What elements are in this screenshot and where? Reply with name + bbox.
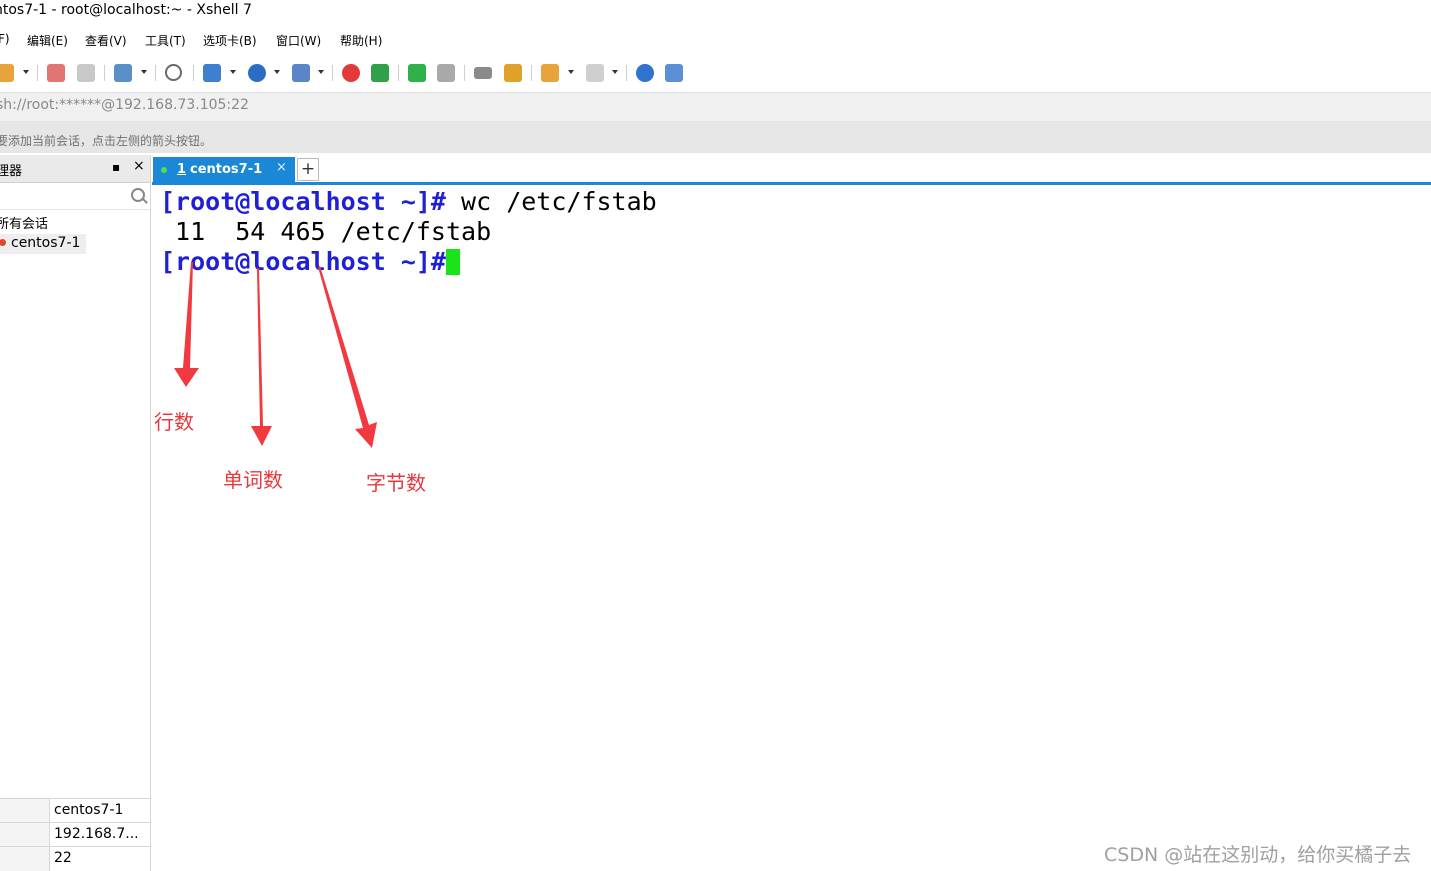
new-window-icon[interactable] bbox=[114, 64, 132, 82]
chevron-down-icon[interactable] bbox=[274, 70, 280, 74]
menu-view[interactable]: 查看(V) bbox=[85, 32, 127, 49]
annotation-line-count: 行数 bbox=[154, 410, 194, 434]
lock-icon[interactable] bbox=[437, 64, 455, 82]
property-key bbox=[0, 847, 50, 871]
globe-icon[interactable] bbox=[248, 64, 266, 82]
tab-centos7-1[interactable]: 1 centos7-1 × bbox=[153, 157, 295, 182]
address-text: sh://root:******@192.168.73.105:22 bbox=[0, 97, 249, 113]
terminal-line: 11 54 465 /etc/fstab bbox=[160, 217, 491, 246]
xshell-script-icon[interactable] bbox=[371, 64, 389, 82]
session-icon bbox=[0, 239, 6, 246]
tab-close-icon[interactable]: × bbox=[276, 160, 287, 175]
window-title: ntos7-1 - root@localhost:~ - Xshell 7 bbox=[0, 2, 252, 18]
property-value: centos7-1 bbox=[54, 802, 124, 818]
add-tab-button[interactable]: + bbox=[297, 158, 319, 181]
chevron-down-icon[interactable] bbox=[230, 70, 236, 74]
terminal-line: [root@localhost ~]# wc /etc/fstab bbox=[160, 187, 657, 216]
toolbar-separator bbox=[464, 65, 465, 81]
keyboard-icon[interactable] bbox=[474, 67, 492, 79]
address-bar[interactable]: sh://root:******@192.168.73.105:22 bbox=[0, 92, 1431, 121]
property-row-port: 22 bbox=[0, 846, 150, 871]
toolbar-separator bbox=[37, 65, 38, 81]
connection-status-icon bbox=[161, 167, 167, 173]
chevron-down-icon[interactable] bbox=[141, 70, 147, 74]
font-icon[interactable] bbox=[292, 64, 310, 82]
open-folder-icon[interactable] bbox=[0, 64, 14, 82]
property-key bbox=[0, 823, 50, 847]
fullscreen-icon[interactable] bbox=[408, 64, 426, 82]
toolbar-separator bbox=[332, 65, 333, 81]
watermark: CSDN @站在这别动，给你买橘子去 bbox=[1104, 844, 1412, 866]
menu-edit[interactable]: 编辑(E) bbox=[27, 32, 68, 49]
tree-root-all-sessions[interactable]: 所有会话 bbox=[0, 213, 48, 232]
session-manager-header: 理器 ▪ × bbox=[0, 155, 150, 183]
tab-number: 1 bbox=[177, 162, 187, 177]
session-manager-panel: 理器 ▪ × 所有会话 centos7-1 centos7-1 192.168.… bbox=[0, 155, 151, 871]
terminal-area[interactable]: [root@localhost ~]# wc /etc/fstab 11 54 … bbox=[152, 185, 1431, 871]
menu-help[interactable]: 帮助(H) bbox=[340, 32, 382, 49]
toolbar-separator bbox=[531, 65, 532, 81]
tree-item-session[interactable]: centos7-1 bbox=[0, 234, 86, 254]
menu-bar: F) 编辑(E) 查看(V) 工具(T) 选项卡(B) 窗口(W) 帮助(H) bbox=[0, 28, 1431, 52]
terminal-line: [root@localhost ~]# bbox=[160, 247, 460, 276]
property-key bbox=[0, 799, 50, 823]
chat-icon[interactable] bbox=[665, 64, 683, 82]
pin-icon[interactable]: ▪ bbox=[112, 160, 120, 174]
command-output: 11 54 465 /etc/fstab bbox=[160, 217, 492, 246]
chevron-down-icon[interactable] bbox=[23, 70, 29, 74]
toolbar-separator bbox=[398, 65, 399, 81]
toolbar bbox=[0, 56, 1431, 90]
toolbar-separator bbox=[155, 65, 156, 81]
command-text: wc /etc/fstab bbox=[445, 187, 657, 216]
hint-text: 要添加当前会话，点击左侧的箭头按钮。 bbox=[0, 134, 213, 148]
menu-tabs[interactable]: 选项卡(B) bbox=[203, 32, 257, 49]
toolbar-separator bbox=[104, 65, 105, 81]
property-value: 22 bbox=[54, 850, 72, 866]
find-icon[interactable] bbox=[165, 64, 182, 81]
xftp-icon[interactable] bbox=[342, 64, 360, 82]
search-icon[interactable] bbox=[131, 188, 145, 202]
toolbar-separator bbox=[626, 65, 627, 81]
chevron-down-icon[interactable] bbox=[318, 70, 324, 74]
highlight-pen-icon[interactable] bbox=[504, 64, 522, 82]
property-value: 192.168.7... bbox=[54, 826, 139, 842]
shell-prompt: [root@localhost ~]# bbox=[160, 187, 446, 216]
session-search[interactable] bbox=[0, 183, 150, 210]
transfer-icon[interactable] bbox=[203, 64, 221, 82]
layout-icon[interactable] bbox=[586, 64, 604, 82]
terminal-cursor bbox=[445, 249, 460, 275]
property-row-name: centos7-1 bbox=[0, 798, 150, 823]
help-icon[interactable] bbox=[636, 64, 654, 82]
chevron-down-icon[interactable] bbox=[568, 70, 574, 74]
session-tab-bar: 1 centos7-1 × + bbox=[152, 155, 1431, 185]
hint-bar: 要添加当前会话，点击左侧的箭头按钮。 bbox=[0, 121, 1431, 153]
tab-label: centos7-1 bbox=[190, 162, 263, 177]
menu-window[interactable]: 窗口(W) bbox=[276, 32, 321, 49]
menu-tools[interactable]: 工具(T) bbox=[145, 32, 186, 49]
property-row-host: 192.168.7... bbox=[0, 822, 150, 847]
annotation-word-count: 单词数 bbox=[223, 468, 283, 492]
shell-prompt: [root@localhost ~]# bbox=[160, 247, 446, 276]
chevron-down-icon[interactable] bbox=[612, 70, 618, 74]
menu-file[interactable]: F) bbox=[0, 32, 10, 46]
annotation-byte-count: 字节数 bbox=[366, 471, 426, 495]
session-manager-title: 理器 bbox=[0, 164, 23, 179]
window-title-bar: ntos7-1 - root@localhost:~ - Xshell 7 bbox=[0, 0, 1431, 22]
disconnect-icon[interactable] bbox=[77, 64, 95, 82]
new-folder-icon[interactable] bbox=[541, 64, 559, 82]
connect-icon[interactable] bbox=[47, 64, 65, 82]
toolbar-separator bbox=[193, 65, 194, 81]
close-icon[interactable]: × bbox=[133, 158, 145, 174]
tree-item-label: centos7-1 bbox=[11, 235, 81, 251]
